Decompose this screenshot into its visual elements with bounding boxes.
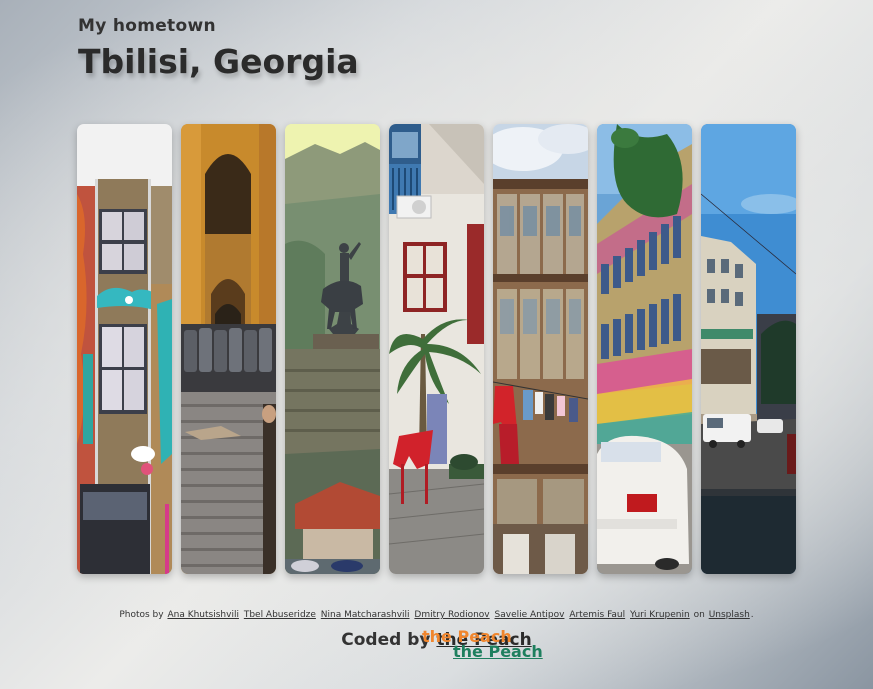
photo-gallery [77,124,796,574]
credits-on-text: on [693,610,705,620]
wooden-balconies-photo [493,124,588,574]
credit-link-dmitry-rodionov[interactable]: Dmitry Rodionov [414,610,489,620]
credit-link-ana-khutsishvili[interactable]: Ana Khutsishvili [167,610,239,620]
page-title: Tbilisi, Georgia [78,42,359,81]
credit-link-artemis-faul[interactable]: Artemis Faul [569,610,625,620]
colonnade-police-photo [181,124,276,574]
page-header: My hometown Tbilisi, Georgia [78,16,359,81]
credit-link-tbel-abuseridze[interactable]: Tbel Abuseridze [244,610,316,620]
evening-street-photo [701,124,796,574]
photo-credits: Photos by Ana Khutsishvili Tbel Abuserid… [0,610,873,620]
photo-card-6[interactable] [597,124,692,574]
credits-prefix: Photos by [119,610,164,620]
statue-fortress-photo [285,124,380,574]
credit-link-savelie-antipov[interactable]: Savelie Antipov [495,610,565,620]
credit-link-yuri-krupenin[interactable]: Yuri Krupenin [630,610,690,620]
balcony-courtyard-photo [389,124,484,574]
graffiti-building-photo [77,124,172,574]
page-subtitle: My hometown [78,16,216,36]
photo-card-2[interactable] [181,124,276,574]
coded-by-label: Coded by [341,630,431,650]
photo-card-7[interactable] [701,124,796,574]
credit-link-unsplash[interactable]: Unsplash [709,610,750,620]
credit-link-nina-matcharashvili[interactable]: Nina Matcharashvili [321,610,410,620]
photo-card-4[interactable] [389,124,484,574]
photo-card-1[interactable] [77,124,172,574]
author-hover-teal-link[interactable]: the Peach [453,642,543,661]
photo-card-3[interactable] [285,124,380,574]
colorful-street-photo [597,124,692,574]
photo-card-5[interactable] [493,124,588,574]
credits-suffix: . [750,610,754,620]
